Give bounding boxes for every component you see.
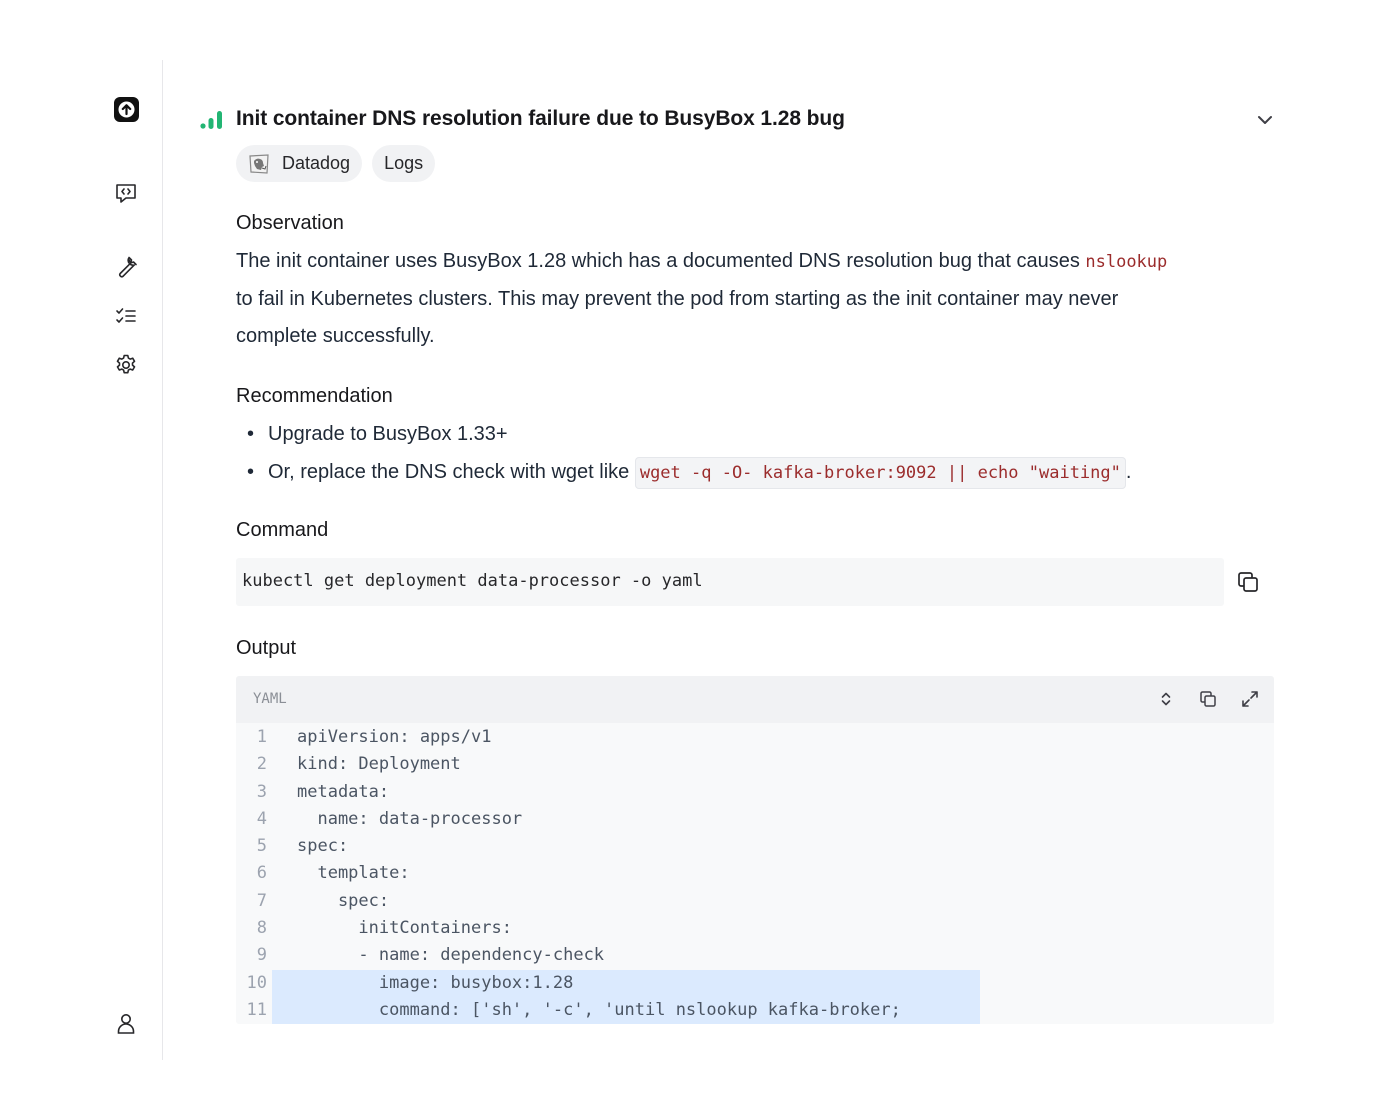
recommendation-heading: Recommendation <box>236 385 393 407</box>
finding-title: Init container DNS resolution failure du… <box>236 107 845 130</box>
line-text: template: <box>297 863 410 884</box>
user-icon[interactable] <box>113 1010 139 1036</box>
wrench-icon[interactable] <box>113 253 139 279</box>
line-number: 3 <box>256 781 267 802</box>
line-number: 10 <box>246 972 267 993</box>
tag-label: Logs <box>384 153 424 173</box>
code-line: 6 template: <box>236 860 1274 887</box>
command-text[interactable]: kubectl get deployment data-processor -o… <box>242 571 703 591</box>
recommendation-text: Or, replace the DNS check with wget like <box>268 461 635 483</box>
severity-icon <box>198 108 226 130</box>
line-text: - name: dependency-check <box>297 945 605 966</box>
line-number: 2 <box>256 754 267 775</box>
code-line: 1 apiVersion: apps/v1 <box>236 724 1274 751</box>
output-block: YAML 1 apiVersion: apps/v1 2 kind: Deployme… <box>236 676 1274 1024</box>
line-text: kind: Deployment <box>297 754 461 775</box>
line-text: metadata: <box>297 781 390 802</box>
list-item: Upgrade to BusyBox 1.33+ <box>236 415 1131 453</box>
line-text: image: busybox:1.28 <box>297 972 574 993</box>
line-text: command: ['sh', '-c', 'until nslookup ka… <box>297 999 901 1020</box>
code-line: 4 name: data-processor <box>236 806 1274 833</box>
inline-code: nslookup <box>1085 252 1168 272</box>
line-number: 5 <box>256 836 267 857</box>
code-line: 9 - name: dependency-check <box>236 942 1274 969</box>
expand-collapse-icon[interactable] <box>1156 689 1176 709</box>
line-number: 6 <box>256 863 267 884</box>
copy-output-icon[interactable] <box>1198 689 1218 709</box>
code-line: 8 initContainers: <box>236 915 1274 942</box>
sidebar <box>0 60 163 1060</box>
line-text: apiVersion: apps/v1 <box>297 727 492 747</box>
command-heading: Command <box>236 519 329 541</box>
recommendation-suffix: . <box>1125 461 1132 483</box>
observation-heading: Observation <box>236 212 344 234</box>
output-toolbar: YAML <box>236 676 1274 723</box>
observation-text: The init container uses BusyBox 1.28 whi… <box>236 243 1266 355</box>
logo-icon[interactable] <box>113 96 140 123</box>
tag-logs[interactable]: Logs <box>372 145 436 182</box>
code-line: 2 kind: Deployment <box>236 751 1274 778</box>
source-tags: Datadog Logs <box>236 145 445 182</box>
fullscreen-icon[interactable] <box>1240 689 1260 709</box>
line-number: 1 <box>256 727 267 747</box>
code-lines: 1 apiVersion: apps/v1 2 kind: Deployment 3 me… <box>236 724 1274 1024</box>
inline-code: wget -q -O- kafka-broker:9092 || echo "w… <box>634 457 1126 489</box>
line-number: 4 <box>256 808 267 829</box>
chat-code-icon[interactable] <box>113 180 139 206</box>
language-label: YAML <box>253 691 287 707</box>
line-text: spec: <box>297 836 349 857</box>
code-line: 5 spec: <box>236 833 1274 860</box>
finding-header[interactable]: Init container DNS resolution failure du… <box>198 104 1278 134</box>
recommendation-text: Upgrade to BusyBox 1.33+ <box>268 423 508 445</box>
checklist-icon[interactable] <box>113 303 139 329</box>
output-heading: Output <box>236 637 297 659</box>
recommendation-list: Upgrade to BusyBox 1.33+ Or, replace the… <box>236 415 1131 491</box>
line-text: name: data-processor <box>297 808 523 829</box>
code-line: 11 command: ['sh', '-c', 'until nslookup… <box>236 996 1274 1024</box>
line-number: 11 <box>246 999 267 1020</box>
observation-text-2: to fail in Kubernetes clusters. This may… <box>236 288 1119 310</box>
code-line: 3 metadata: <box>236 779 1274 806</box>
observation-text-3: complete successfully. <box>236 325 435 347</box>
datadog-icon <box>248 153 270 175</box>
code-line: 7 spec: <box>236 888 1274 915</box>
line-number: 7 <box>256 890 267 911</box>
finding-panel: Init container DNS resolution failure du… <box>198 0 1278 1120</box>
tag-label: Datadog <box>282 153 351 173</box>
copy-icon[interactable] <box>1236 570 1260 594</box>
tag-datadog[interactable]: Datadog <box>236 145 363 182</box>
observation-text-1: The init container uses BusyBox 1.28 whi… <box>236 250 1086 272</box>
line-text: spec: <box>297 890 390 911</box>
line-number: 8 <box>256 918 267 939</box>
code-line: 10 image: busybox:1.28 <box>236 969 1274 998</box>
line-number: 9 <box>256 945 267 966</box>
line-text: initContainers: <box>297 918 512 939</box>
list-item: Or, replace the DNS check with wget like… <box>236 453 1131 491</box>
command-block: kubectl get deployment data-processor -o… <box>236 558 1224 606</box>
chevron-down-icon[interactable] <box>1254 109 1276 131</box>
gear-icon[interactable] <box>113 352 139 378</box>
